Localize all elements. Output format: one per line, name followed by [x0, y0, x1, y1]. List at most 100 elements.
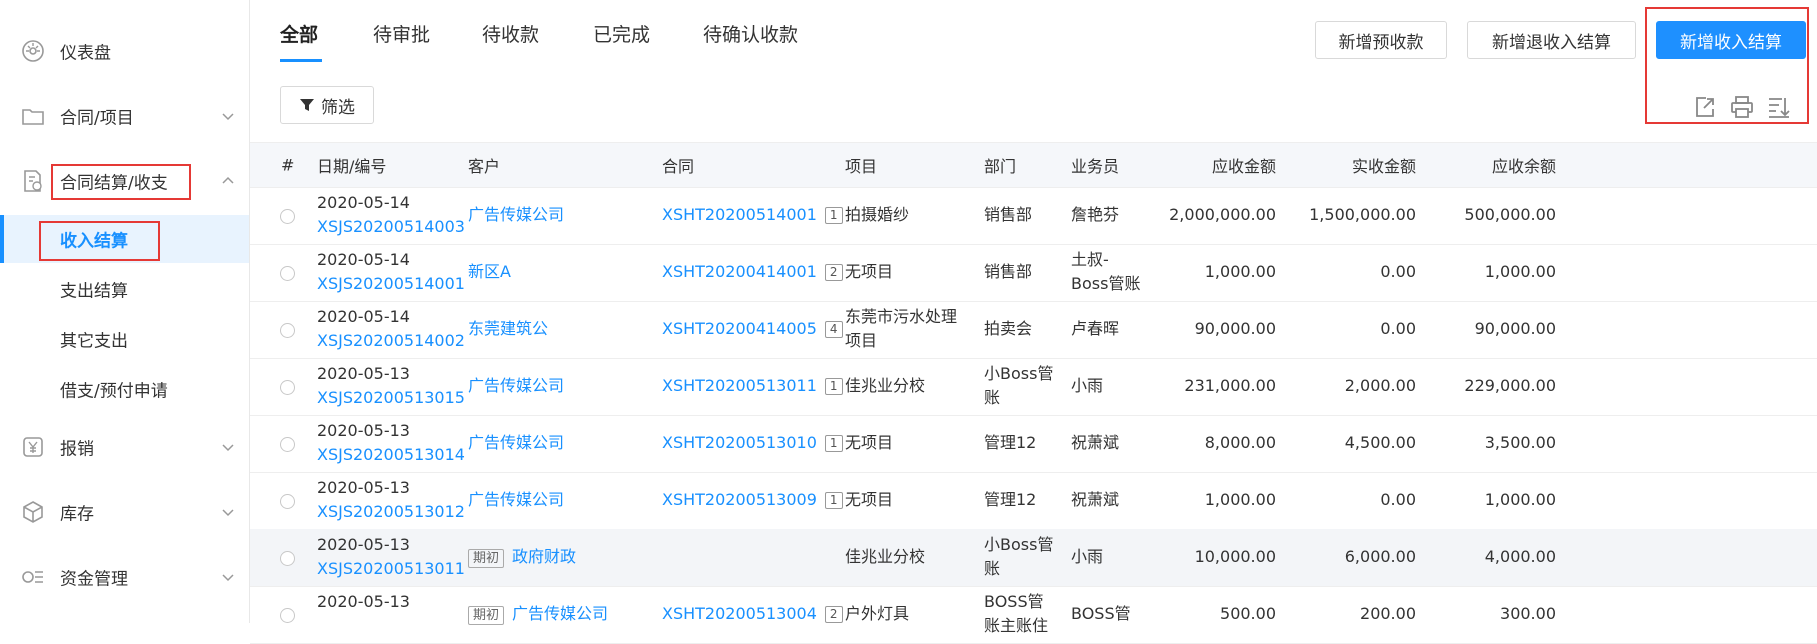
row-department: 管理12	[984, 433, 1037, 452]
main-content: 全部 待审批 待收款 已完成 待确认收款 新增预收款 新增退收入结算 新增收入结…	[250, 0, 1817, 644]
row-contract[interactable]: XSHT20200513011	[662, 376, 817, 395]
row-settlement-no[interactable]: XSJS20200513015	[317, 386, 465, 410]
tab-all[interactable]: 全部	[280, 20, 318, 47]
row-settlement-no[interactable]: XSJS20200514003	[317, 215, 465, 239]
tab-pending-confirm[interactable]: 待确认收款	[703, 20, 798, 47]
row-customer[interactable]: 新区A	[468, 262, 511, 281]
row-contract[interactable]: XSHT20200414001	[662, 262, 817, 281]
sub-item-income-settlement[interactable]: 收入结算	[0, 215, 249, 263]
row-contract[interactable]: XSHT20200513009	[662, 490, 817, 509]
row-contract[interactable]: XSHT20200514001	[662, 205, 817, 224]
row-settlement-no[interactable]: XSJS20200513014	[317, 443, 465, 467]
sub-item-other-expense-label: 其它支出	[60, 331, 128, 352]
row-received: 4,500.00	[1344, 433, 1416, 452]
row-customer[interactable]: 广告传媒公司	[468, 490, 564, 509]
table-header: # 日期/编号 客户 合同 项目 部门 业务员 应收金额 实收金额 应收余额	[250, 142, 1817, 188]
row-project: 无项目	[845, 433, 894, 452]
row-contract-cell: XSHT20200514001 1	[662, 203, 843, 227]
row-contract[interactable]: XSHT20200513010	[662, 433, 817, 452]
row-settlement-no[interactable]: XSJS20200514001	[317, 272, 465, 296]
table-row[interactable]: 2020-05-13 期初 广告传媒公司 XSHT20200513004 2 户外灯具 BO…	[250, 586, 1817, 644]
new-prepay-button[interactable]: 新增预收款	[1315, 21, 1447, 59]
row-contract[interactable]: XSHT20200414005	[662, 319, 817, 338]
table-row[interactable]: 2020-05-13 XSJS20200513014 广告传媒公司 XSHT20200…	[250, 415, 1817, 473]
contract-count-badge: 1	[824, 378, 843, 395]
chevron-down-icon	[222, 113, 234, 121]
table-row[interactable]: 2020-05-14 XSJS20200514002 东莞建筑公 XSHT202004…	[250, 301, 1817, 359]
table-row[interactable]: 2020-05-13 XSJS20200513015 广告传媒公司 XSHT20200…	[250, 358, 1817, 416]
nav-funds-label: 资金管理	[60, 569, 128, 590]
table-row[interactable]: 2020-05-13 XSJS20200513011 期初 政府财政 佳兆业分校 小Bos…	[250, 529, 1817, 587]
new-refund-settlement-button[interactable]: 新增退收入结算	[1467, 21, 1636, 59]
row-department: 小Boss管账	[984, 535, 1054, 578]
row-receivable: 1,000.00	[1204, 262, 1276, 281]
row-receivable: 10,000.00	[1194, 547, 1276, 566]
row-date: 2020-05-14	[317, 250, 410, 269]
row-project: 拍摄婚纱	[845, 205, 910, 224]
nav-inventory[interactable]: 库存	[0, 489, 249, 535]
row-contract-cell: XSHT20200513009 1	[662, 488, 843, 512]
row-customer[interactable]: 广告传媒公司	[468, 433, 564, 452]
row-receivable: 1,000.00	[1204, 490, 1276, 509]
contract-count-badge: 2	[824, 606, 843, 623]
nav-reimburse[interactable]: 报销	[0, 424, 249, 470]
sub-item-expense-settlement[interactable]: 支出结算	[0, 265, 249, 313]
row-balance: 1,000.00	[1484, 262, 1556, 281]
table-row[interactable]: 2020-05-14 XSJS20200514001 新区A XSHT20200414…	[250, 244, 1817, 302]
col-contract: 合同	[662, 157, 695, 176]
row-project: 佳兆业分校	[845, 547, 926, 566]
contract-count-badge: 1	[824, 492, 843, 509]
col-date-no: 日期/编号	[317, 157, 387, 176]
row-contract[interactable]: XSHT20200513004	[662, 604, 817, 623]
export-icon[interactable]	[1692, 94, 1718, 120]
row-select-radio[interactable]	[280, 608, 295, 623]
row-date: 2020-05-14	[317, 193, 410, 212]
tab-completed[interactable]: 已完成	[593, 20, 650, 47]
row-customer[interactable]: 广告传媒公司	[468, 205, 564, 224]
table-row[interactable]: 2020-05-14 XSJS20200514003 广告传媒公司 XSHT20200…	[250, 187, 1817, 245]
opening-tag: 期初	[468, 606, 505, 625]
row-customer[interactable]: 东莞建筑公	[468, 319, 548, 338]
row-balance: 300.00	[1500, 604, 1556, 623]
tab-pending-receipt[interactable]: 待收款	[482, 20, 539, 47]
nav-settlement[interactable]: 合同结算/收支	[0, 158, 249, 204]
row-customer[interactable]: 广告传媒公司	[468, 376, 564, 395]
row-customer[interactable]: 广告传媒公司	[512, 604, 608, 623]
sub-item-other-expense[interactable]: 其它支出	[0, 315, 249, 363]
funds-icon	[22, 571, 43, 583]
row-balance: 90,000.00	[1474, 319, 1556, 338]
nav-dashboard-label: 仪表盘	[60, 43, 111, 64]
col-salesperson: 业务员	[1071, 157, 1120, 176]
row-salesperson: 祝萧斌	[1071, 433, 1120, 452]
print-icon[interactable]	[1729, 94, 1755, 120]
new-income-settlement-button[interactable]: 新增收入结算	[1656, 21, 1806, 59]
row-select-radio[interactable]	[280, 209, 295, 224]
sub-item-advance-request-label: 借支/预付申请	[60, 381, 168, 402]
nav-contract-project[interactable]: 合同/项目	[0, 93, 249, 139]
row-settlement-no[interactable]: XSJS20200514002	[317, 329, 465, 353]
yen-icon	[23, 437, 43, 457]
sort-columns-icon[interactable]	[1766, 94, 1792, 120]
nav-dashboard[interactable]: 仪表盘	[0, 28, 249, 74]
row-project: 佳兆业分校	[845, 376, 926, 395]
sub-item-advance-request[interactable]: 借支/预付申请	[0, 365, 249, 413]
nav-funds[interactable]: 资金管理	[0, 554, 249, 600]
row-date: 2020-05-13	[317, 592, 410, 611]
row-salesperson: 卢春晖	[1071, 319, 1120, 338]
row-select-radio[interactable]	[280, 494, 295, 509]
row-received: 1,500,000.00	[1309, 205, 1416, 224]
table-row[interactable]: 2020-05-13 XSJS20200513012 广告传媒公司 XSHT20200…	[250, 472, 1817, 530]
row-settlement-no[interactable]: XSJS20200513011	[317, 557, 465, 581]
col-customer: 客户	[468, 157, 501, 176]
filter-button[interactable]: 筛选	[280, 86, 374, 124]
row-select-radio[interactable]	[280, 551, 295, 566]
row-select-radio[interactable]	[280, 323, 295, 338]
row-select-radio[interactable]	[280, 437, 295, 452]
row-select-radio[interactable]	[280, 266, 295, 281]
tab-pending-approval[interactable]: 待审批	[373, 20, 430, 47]
row-customer[interactable]: 政府财政	[512, 547, 576, 566]
row-settlement-no[interactable]: XSJS20200513012	[317, 500, 465, 524]
row-contract-cell: XSHT20200513011 1	[662, 374, 843, 398]
row-select-radio[interactable]	[280, 380, 295, 395]
opening-tag: 期初	[468, 549, 505, 568]
